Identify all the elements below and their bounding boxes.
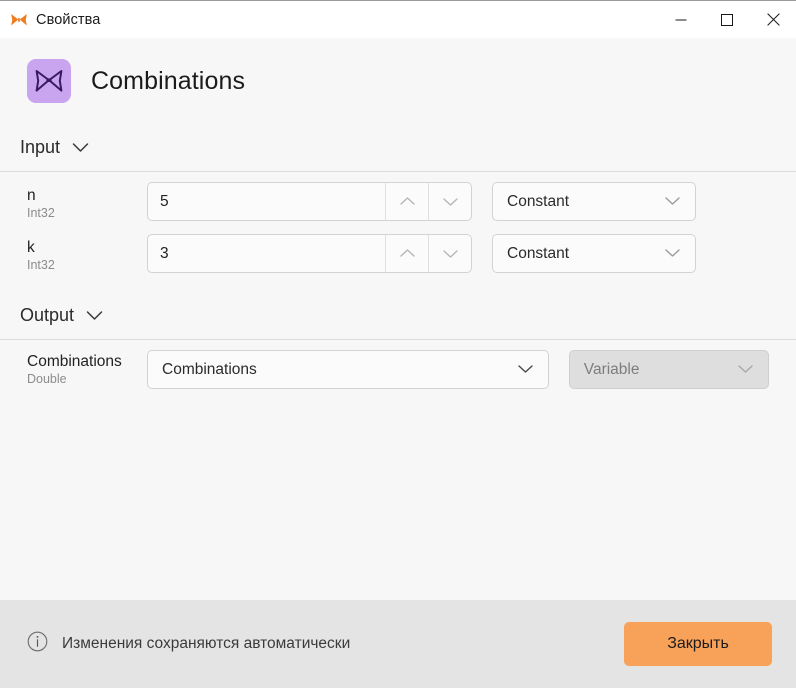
- info-circle-icon: [27, 631, 48, 657]
- app-header: Combinations: [0, 38, 796, 124]
- chevron-down-icon: [664, 245, 681, 263]
- chevron-down-icon: [737, 361, 754, 379]
- number-field-k[interactable]: [147, 234, 472, 273]
- minimize-icon: [675, 19, 687, 20]
- butterfly-icon: [35, 70, 63, 92]
- autosave-note-text: Изменения сохраняются автоматически: [62, 635, 351, 652]
- property-row: Combinations Double Combinations Variabl…: [0, 350, 796, 396]
- maximize-icon: [721, 13, 733, 26]
- chevron-down-icon: [442, 198, 458, 206]
- section-body-output: Combinations Double Combinations Variabl…: [0, 340, 796, 408]
- close-button[interactable]: Закрыть: [624, 622, 772, 666]
- section-body-input: n Int32 Constant: [0, 172, 796, 292]
- chevron-down-icon: [72, 142, 89, 153]
- titlebar: Свойства: [0, 1, 796, 38]
- property-label-col: k Int32: [27, 234, 147, 273]
- property-type: Int32: [27, 206, 55, 221]
- section-label-output: Output: [20, 305, 75, 325]
- chevron-up-icon: [399, 197, 415, 205]
- close-icon: [766, 13, 780, 26]
- chevron-down-icon: [517, 361, 534, 379]
- number-field-n[interactable]: [147, 182, 472, 221]
- chevron-up-icon: [399, 249, 415, 257]
- close-window-button[interactable]: [750, 1, 796, 38]
- section-label-input: Input: [20, 137, 61, 157]
- property-name: Combinations: [27, 353, 122, 370]
- spinner-down-n[interactable]: [428, 183, 471, 220]
- output-mode-value: Variable: [583, 360, 640, 378]
- number-input-n[interactable]: [148, 183, 385, 220]
- page-title: Combinations: [91, 66, 246, 95]
- maximize-button[interactable]: [704, 1, 750, 38]
- output-variable-value: Combinations: [162, 360, 257, 378]
- footer-bar: Изменения сохраняются автоматически Закр…: [0, 600, 796, 688]
- properties-window: Свойства Combinations Input n Int32 5 Co…: [0, 0, 796, 688]
- app-icon-tile: [27, 59, 71, 103]
- titlebar-left: Свойства: [0, 12, 100, 28]
- autosave-note: Изменения сохраняются автоматически: [27, 631, 350, 657]
- property-type: Int32: [27, 258, 55, 273]
- property-name: n: [27, 187, 36, 204]
- output-variable-combo[interactable]: Combinations: [147, 350, 549, 389]
- section-header-output[interactable]: Output: [0, 292, 796, 340]
- property-row: k Int32 Constant: [0, 234, 796, 280]
- chevron-down-icon: [442, 250, 458, 258]
- number-input-k[interactable]: [148, 235, 385, 272]
- content-filler: [0, 408, 796, 600]
- butterfly-icon: [10, 12, 28, 28]
- mode-combo-k[interactable]: Constant: [492, 234, 696, 273]
- property-label-col: Combinations Double: [27, 350, 147, 387]
- spinner-up-k[interactable]: [385, 235, 428, 272]
- window-controls: [658, 1, 796, 38]
- chevron-down-icon: [664, 193, 681, 211]
- chevron-down-icon: [86, 310, 103, 321]
- property-type: Double: [27, 372, 67, 387]
- mode-combo-value-k: Constant: [507, 244, 570, 262]
- property-name: k: [27, 239, 35, 256]
- property-row: n Int32 Constant: [0, 182, 796, 228]
- window-title: Свойства: [36, 11, 101, 28]
- spinner-down-k[interactable]: [428, 235, 471, 272]
- mode-combo-n[interactable]: Constant: [492, 182, 696, 221]
- spinner-up-n[interactable]: [385, 183, 428, 220]
- mode-combo-value-n: Constant: [507, 192, 570, 210]
- property-label-col: n Int32: [27, 182, 147, 221]
- section-header-input[interactable]: Input: [0, 124, 796, 172]
- output-mode-combo: Variable: [568, 350, 769, 389]
- minimize-button[interactable]: [658, 1, 704, 38]
